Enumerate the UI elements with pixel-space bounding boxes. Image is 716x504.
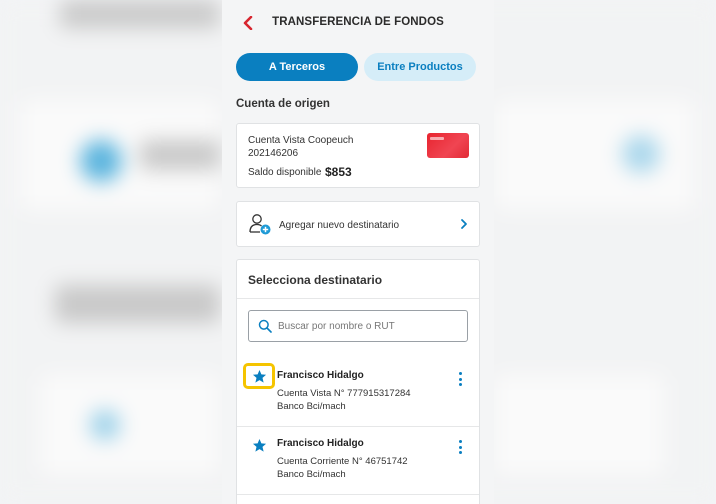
divider [237, 298, 479, 299]
favorite-star-button[interactable] [243, 363, 275, 389]
add-recipient-label: Agregar nuevo destinatario [279, 220, 400, 231]
chevron-right-icon [461, 219, 467, 229]
search-icon [258, 319, 272, 333]
star-icon [252, 369, 266, 383]
recipient-bank: Banco Bci/mach [277, 401, 346, 412]
recipient-account: Cuenta Corriente N° 46751742 [277, 456, 408, 467]
star-icon [252, 438, 266, 452]
recipients-card: Selecciona destinatario Francisco Hidalg… [236, 259, 480, 504]
recipient-name: Francisco Hidalgo [277, 370, 364, 381]
add-user-icon [249, 214, 271, 235]
balance-label: Saldo disponible [248, 167, 322, 178]
balance-value: $853 [325, 165, 352, 179]
tab-a-terceros[interactable]: A Terceros [236, 53, 358, 81]
divider [237, 494, 479, 495]
more-options-icon[interactable] [453, 369, 467, 389]
recipient-item[interactable]: Francisco Hidalgo Cuenta Corriente N° 46… [237, 427, 479, 493]
recipient-account: Cuenta Vista N° 777915317284 [277, 388, 411, 399]
search-input[interactable] [278, 317, 464, 335]
more-options-icon[interactable] [453, 437, 467, 457]
tab-entre-productos[interactable]: Entre Productos [364, 53, 476, 81]
origin-account-card[interactable]: Cuenta Vista Coopeuch 202146206 Saldo di… [236, 123, 480, 188]
recipient-item[interactable]: Francisco Hidalgo Cuenta Vista N° 777915… [237, 359, 479, 425]
card-image-icon [427, 133, 469, 158]
account-number: 202146206 [248, 148, 299, 159]
search-field[interactable] [248, 310, 468, 342]
account-name: Cuenta Vista Coopeuch [248, 135, 354, 146]
recipient-bank: Banco Bci/mach [277, 469, 346, 480]
recipient-name: Francisco Hidalgo [277, 438, 364, 449]
origin-section-title: Cuenta de origen [236, 98, 330, 110]
transfer-type-tabs: A Terceros Entre Productos [236, 53, 476, 81]
transfer-screen: TRANSFERENCIA DE FONDOS A Terceros Entre… [222, 0, 494, 504]
page-title: TRANSFERENCIA DE FONDOS [272, 16, 444, 28]
favorite-star-button[interactable] [243, 432, 275, 458]
recipients-title: Selecciona destinatario [248, 273, 383, 287]
add-recipient-button[interactable]: Agregar nuevo destinatario [236, 201, 480, 247]
